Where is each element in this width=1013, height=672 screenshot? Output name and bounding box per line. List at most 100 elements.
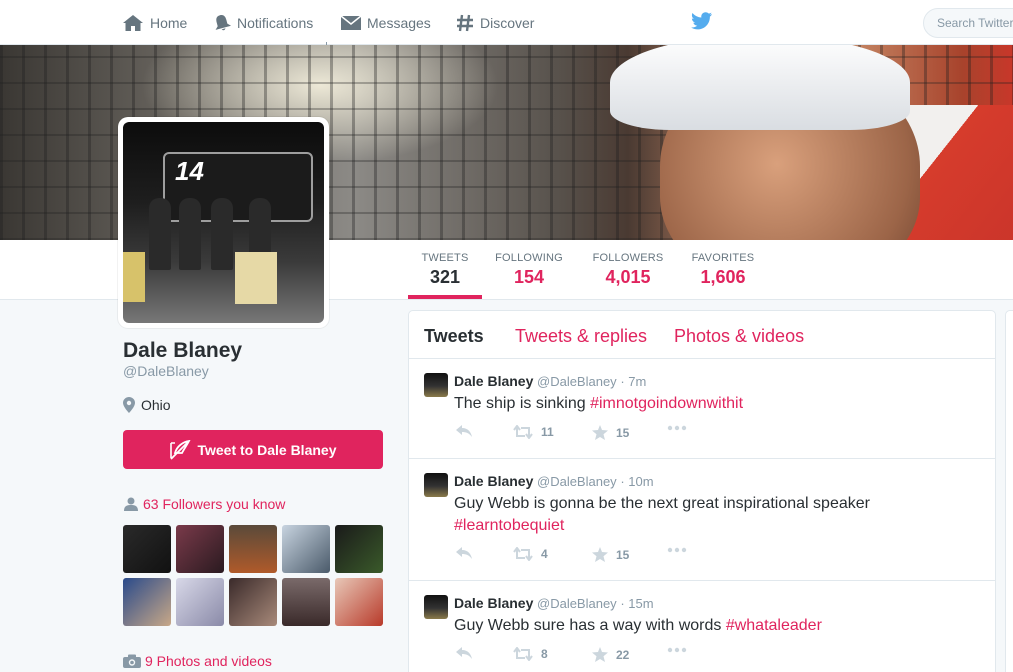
profile-location: Ohio (123, 397, 171, 413)
retweet-button[interactable]: 4 (513, 547, 548, 561)
avatar-sign (123, 252, 145, 302)
tweet-avatar[interactable] (424, 595, 448, 619)
more-button[interactable] (667, 647, 695, 653)
stat-favorites[interactable]: FAVORITES 1,606 (688, 252, 758, 288)
favorite-button[interactable]: 22 (592, 647, 629, 662)
favorite-button[interactable]: 15 (592, 547, 629, 562)
follower-thumbnail[interactable] (335, 525, 383, 573)
nav-discover[interactable]: Discover (456, 12, 534, 34)
follower-thumbnail[interactable] (176, 578, 224, 626)
tweet-header: Dale Blaney @DaleBlaney · 7m (454, 373, 646, 389)
stat-followers[interactable]: FOLLOWERS 4,015 (590, 252, 666, 288)
star-icon (592, 647, 608, 662)
profile-handle[interactable]: @DaleBlaney (123, 363, 209, 379)
follower-thumbnail[interactable] (282, 578, 330, 626)
star-icon (592, 547, 608, 562)
tweet-text: The ship is sinking #imnotgoindownwithit (454, 393, 974, 415)
tweet-hashtag[interactable]: #imnotgoindownwithit (590, 395, 743, 412)
camera-icon (123, 654, 141, 668)
feather-icon (170, 439, 191, 460)
tweet-timestamp[interactable]: · 10m (620, 474, 653, 489)
retweet-count: 4 (541, 547, 548, 561)
photos-videos-link[interactable]: 9 Photos and videos (123, 653, 272, 669)
followers-you-know-link[interactable]: 63 Followers you know (123, 496, 285, 512)
stat-followers-label: FOLLOWERS (592, 252, 664, 264)
tweet-author-handle[interactable]: @DaleBlaney (537, 374, 617, 389)
nav-notifications[interactable]: Notifications (213, 12, 313, 34)
timeline: Tweets Tweets & replies Photos & videos … (408, 310, 996, 672)
tweet-author-name[interactable]: Dale Blaney (454, 373, 533, 389)
tweet-header: Dale Blaney @DaleBlaney · 15m (454, 595, 654, 611)
tweet-avatar[interactable] (424, 373, 448, 397)
follower-thumbnail[interactable] (282, 525, 330, 573)
follower-thumbnail[interactable] (229, 525, 277, 573)
avatar-image: 14 (123, 122, 324, 323)
timeline-tabs: Tweets Tweets & replies Photos & videos (409, 311, 995, 359)
follower-thumbnail[interactable] (123, 578, 171, 626)
tab-tweets-replies[interactable]: Tweets & replies (515, 326, 647, 347)
tweet-text-body: The ship is sinking (454, 395, 591, 412)
favorite-count: 15 (616, 547, 630, 562)
stat-following-label: FOLLOWING (495, 252, 563, 264)
favorite-button[interactable]: 15 (592, 425, 629, 440)
follower-thumbnail[interactable] (176, 525, 224, 573)
favorite-count: 15 (616, 425, 630, 440)
stat-tweets-value: 321 (429, 267, 461, 287)
follower-thumbnail[interactable] (123, 525, 171, 573)
person-icon (124, 497, 138, 511)
follower-thumbnail[interactable] (335, 578, 383, 626)
followers-thumbnails (123, 525, 385, 626)
tab-tweets[interactable]: Tweets (424, 326, 484, 347)
follower-thumbnail[interactable] (229, 578, 277, 626)
tweet-timestamp[interactable]: · 7m (620, 374, 646, 389)
stat-favorites-value: 1,606 (700, 267, 746, 287)
tweet-hashtag[interactable]: #whataleader (726, 617, 822, 634)
retweet-icon (513, 425, 533, 439)
tweet-text: Guy Webb sure has a way with words #what… (454, 615, 974, 637)
stat-favorites-label: FAVORITES (691, 252, 755, 264)
nav-messages[interactable]: Messages (341, 12, 431, 34)
tweet[interactable]: Dale Blaney @DaleBlaney · 7m The ship is… (409, 359, 995, 459)
tweet-to-button[interactable]: Tweet to Dale Blaney (123, 430, 383, 469)
star-icon (592, 425, 608, 440)
tweet-author-handle[interactable]: @DaleBlaney (537, 474, 617, 489)
tweet-timestamp[interactable]: · 15m (620, 596, 653, 611)
stat-tweets[interactable]: TWEETS 321 (408, 252, 482, 288)
active-stat-underline (408, 295, 482, 299)
search-input[interactable]: Search Twitter (923, 8, 1013, 38)
retweet-button[interactable]: 8 (513, 647, 548, 661)
hashtag-icon (457, 14, 473, 32)
more-dots-icon (667, 425, 687, 431)
reply-button[interactable] (456, 425, 480, 437)
followers-you-know-text: 63 Followers you know (143, 496, 286, 512)
banner-cap (610, 45, 910, 130)
reply-icon (456, 547, 472, 559)
stat-tweets-label: TWEETS (421, 252, 469, 264)
nav-discover-label: Discover (480, 15, 535, 31)
tweet-author-name[interactable]: Dale Blaney (454, 473, 533, 489)
tweet-author-handle[interactable]: @DaleBlaney (537, 596, 617, 611)
tweet-hashtag[interactable]: #learntobequiet (454, 517, 564, 534)
retweet-button[interactable]: 11 (513, 425, 554, 439)
stat-following[interactable]: FOLLOWING 154 (492, 252, 566, 288)
stat-followers-value: 4,015 (605, 267, 651, 287)
tweet-avatar[interactable] (424, 473, 448, 497)
photos-videos-text: 9 Photos and videos (145, 653, 272, 669)
more-button[interactable] (667, 425, 695, 431)
tweet-text: Guy Webb is gonna be the next great insp… (454, 493, 974, 537)
tweet-text-body: Guy Webb sure has a way with words (454, 617, 726, 634)
more-button[interactable] (667, 547, 695, 553)
twitter-bird-icon[interactable] (691, 11, 713, 36)
reply-button[interactable] (456, 547, 480, 559)
tweet-author-name[interactable]: Dale Blaney (454, 595, 533, 611)
reply-button[interactable] (456, 647, 480, 659)
tweet[interactable]: Dale Blaney @DaleBlaney · 15m Guy Webb s… (409, 581, 995, 672)
home-icon (123, 15, 143, 31)
profile-avatar[interactable]: 14 (118, 117, 329, 328)
map-pin-icon (123, 397, 135, 413)
tweet[interactable]: Dale Blaney @DaleBlaney · 10m Guy Webb i… (409, 459, 995, 581)
reply-icon (456, 425, 472, 437)
nav-home[interactable]: Home (122, 12, 187, 34)
tab-photos-videos[interactable]: Photos & videos (674, 326, 804, 347)
retweet-icon (513, 547, 533, 561)
